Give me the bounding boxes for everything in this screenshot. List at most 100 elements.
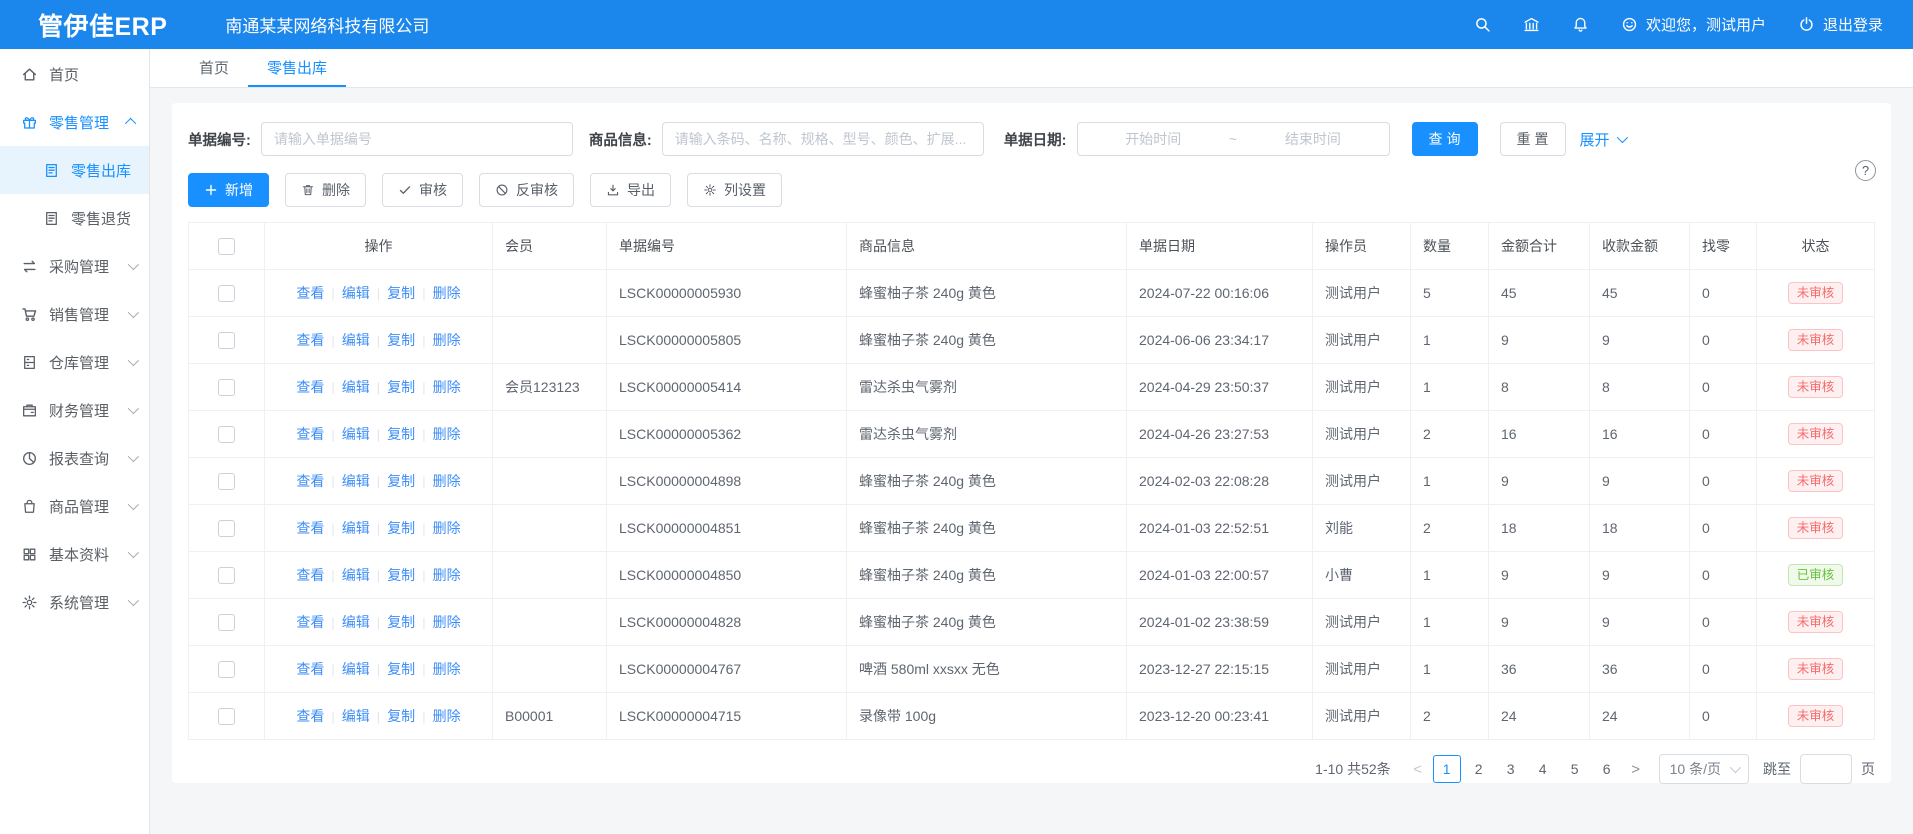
tab-home[interactable]: 首页 bbox=[180, 49, 248, 87]
edit-link[interactable]: 编辑 bbox=[342, 283, 370, 303]
product-cell: 录像带 100g bbox=[847, 693, 1127, 739]
add-button[interactable]: 新增 bbox=[188, 173, 269, 207]
sidebar-item-9[interactable]: 商品管理 bbox=[0, 482, 149, 530]
delete-button[interactable]: 删除 bbox=[285, 173, 366, 207]
delete-link[interactable]: 删除 bbox=[433, 283, 461, 303]
row-checkbox[interactable] bbox=[218, 285, 235, 302]
delete-link[interactable]: 删除 bbox=[433, 659, 461, 679]
copy-link[interactable]: 复制 bbox=[387, 283, 415, 303]
date-range-input[interactable]: ~ bbox=[1077, 122, 1390, 156]
bill-no-input[interactable] bbox=[261, 122, 573, 156]
column-settings-button[interactable]: 列设置 bbox=[687, 173, 782, 207]
view-link[interactable]: 查看 bbox=[296, 377, 324, 397]
row-checkbox[interactable] bbox=[218, 332, 235, 349]
edit-link[interactable]: 编辑 bbox=[342, 330, 370, 350]
unaudit-button[interactable]: 反审核 bbox=[479, 173, 574, 207]
view-link[interactable]: 查看 bbox=[296, 565, 324, 585]
edit-link[interactable]: 编辑 bbox=[342, 706, 370, 726]
row-checkbox[interactable] bbox=[218, 708, 235, 725]
start-date-input[interactable] bbox=[1078, 130, 1229, 148]
delete-link[interactable]: 删除 bbox=[433, 377, 461, 397]
sidebar-item-2[interactable]: 零售出库 bbox=[0, 146, 149, 194]
row-actions: 查看|编辑|复制|删除 bbox=[265, 458, 493, 504]
view-link[interactable]: 查看 bbox=[296, 706, 324, 726]
edit-link[interactable]: 编辑 bbox=[342, 424, 370, 444]
tab-retail-outbound[interactable]: 零售出库 bbox=[248, 49, 346, 87]
sidebar-item-6[interactable]: 仓库管理 bbox=[0, 338, 149, 386]
page-button-2[interactable]: 2 bbox=[1465, 755, 1493, 783]
delete-link[interactable]: 删除 bbox=[433, 424, 461, 444]
sidebar-item-11[interactable]: 系统管理 bbox=[0, 578, 149, 626]
page-button-1[interactable]: 1 bbox=[1433, 755, 1461, 783]
row-checkbox[interactable] bbox=[218, 379, 235, 396]
copy-link[interactable]: 复制 bbox=[387, 330, 415, 350]
product-input[interactable] bbox=[662, 122, 984, 156]
copy-link[interactable]: 复制 bbox=[387, 565, 415, 585]
view-link[interactable]: 查看 bbox=[296, 518, 324, 538]
sidebar-item-1[interactable]: 零售管理 bbox=[0, 98, 149, 146]
sidebar-item-3[interactable]: 零售退货 bbox=[0, 194, 149, 242]
view-link[interactable]: 查看 bbox=[296, 283, 324, 303]
delete-link[interactable]: 删除 bbox=[433, 565, 461, 585]
product-cell: 蜂蜜柚子茶 240g 黄色 bbox=[847, 599, 1127, 645]
row-checkbox[interactable] bbox=[218, 614, 235, 631]
jump-page-input[interactable] bbox=[1800, 754, 1852, 784]
copy-link[interactable]: 复制 bbox=[387, 471, 415, 491]
delete-link[interactable]: 删除 bbox=[433, 518, 461, 538]
edit-link[interactable]: 编辑 bbox=[342, 612, 370, 632]
edit-link[interactable]: 编辑 bbox=[342, 471, 370, 491]
copy-link[interactable]: 复制 bbox=[387, 612, 415, 632]
edit-link[interactable]: 编辑 bbox=[342, 377, 370, 397]
page-button-6[interactable]: 6 bbox=[1593, 755, 1621, 783]
next-page-button[interactable]: > bbox=[1623, 755, 1649, 783]
copy-link[interactable]: 复制 bbox=[387, 377, 415, 397]
help-icon[interactable]: ? bbox=[1855, 160, 1876, 181]
logout-button[interactable]: 退出登录 bbox=[1798, 14, 1883, 35]
copy-link[interactable]: 复制 bbox=[387, 424, 415, 444]
copy-link[interactable]: 复制 bbox=[387, 706, 415, 726]
view-link[interactable]: 查看 bbox=[296, 612, 324, 632]
edit-link[interactable]: 编辑 bbox=[342, 518, 370, 538]
delete-link[interactable]: 删除 bbox=[433, 612, 461, 632]
search-icon[interactable] bbox=[1474, 16, 1491, 33]
page-button-3[interactable]: 3 bbox=[1497, 755, 1525, 783]
end-date-input[interactable] bbox=[1237, 130, 1388, 148]
bank-icon[interactable] bbox=[1523, 16, 1540, 33]
bell-icon[interactable] bbox=[1572, 16, 1589, 33]
row-checkbox[interactable] bbox=[218, 520, 235, 537]
bag-icon bbox=[21, 498, 38, 515]
row-checkbox[interactable] bbox=[218, 661, 235, 678]
sidebar-item-8[interactable]: 报表查询 bbox=[0, 434, 149, 482]
sidebar-item-10[interactable]: 基本资料 bbox=[0, 530, 149, 578]
sidebar-item-7[interactable]: 财务管理 bbox=[0, 386, 149, 434]
page-size-select[interactable]: 10 条/页 bbox=[1659, 754, 1749, 784]
sidebar-item-4[interactable]: 采购管理 bbox=[0, 242, 149, 290]
delete-link[interactable]: 删除 bbox=[433, 706, 461, 726]
page-button-5[interactable]: 5 bbox=[1561, 755, 1589, 783]
reset-button[interactable]: 重置 bbox=[1500, 122, 1566, 156]
select-all-checkbox[interactable] bbox=[218, 238, 235, 255]
row-checkbox[interactable] bbox=[218, 473, 235, 490]
page-button-4[interactable]: 4 bbox=[1529, 755, 1557, 783]
search-button[interactable]: 查询 bbox=[1412, 122, 1478, 156]
row-checkbox[interactable] bbox=[218, 426, 235, 443]
edit-link[interactable]: 编辑 bbox=[342, 659, 370, 679]
user-menu[interactable]: 欢迎您，测试用户 bbox=[1621, 14, 1766, 35]
delete-link[interactable]: 删除 bbox=[433, 471, 461, 491]
trash-icon bbox=[301, 183, 315, 197]
view-link[interactable]: 查看 bbox=[296, 471, 324, 491]
expand-link[interactable]: 展开 bbox=[1580, 129, 1625, 150]
copy-link[interactable]: 复制 bbox=[387, 518, 415, 538]
prev-page-button[interactable]: < bbox=[1405, 755, 1431, 783]
sidebar-item-5[interactable]: 销售管理 bbox=[0, 290, 149, 338]
view-link[interactable]: 查看 bbox=[296, 330, 324, 350]
view-link[interactable]: 查看 bbox=[296, 659, 324, 679]
edit-link[interactable]: 编辑 bbox=[342, 565, 370, 585]
sidebar-item-0[interactable]: 首页 bbox=[0, 50, 149, 98]
audit-button[interactable]: 审核 bbox=[382, 173, 463, 207]
delete-link[interactable]: 删除 bbox=[433, 330, 461, 350]
copy-link[interactable]: 复制 bbox=[387, 659, 415, 679]
view-link[interactable]: 查看 bbox=[296, 424, 324, 444]
row-checkbox[interactable] bbox=[218, 567, 235, 584]
export-button[interactable]: 导出 bbox=[590, 173, 671, 207]
